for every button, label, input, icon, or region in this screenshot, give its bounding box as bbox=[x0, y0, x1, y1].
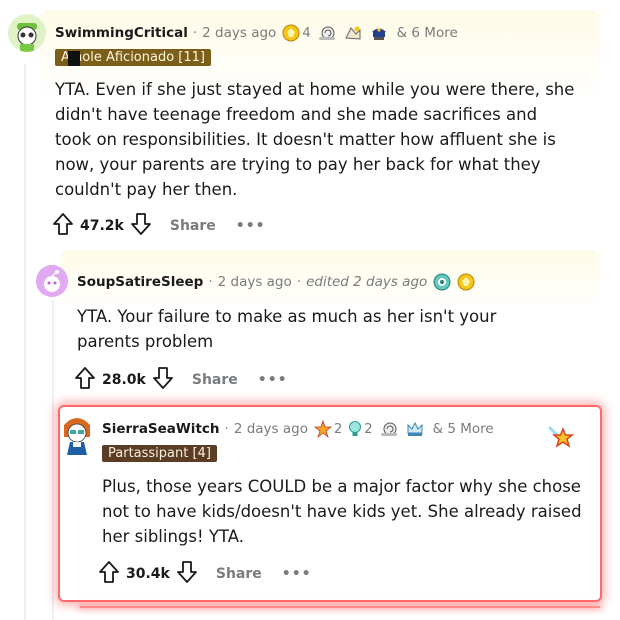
upvote-icon[interactable] bbox=[74, 366, 96, 394]
comment-actions: 30.4k Share ••• bbox=[98, 560, 312, 588]
separator: · bbox=[192, 25, 198, 41]
more-options-button[interactable]: ••• bbox=[236, 218, 266, 234]
gold-helper-award-icon[interactable]: 4 bbox=[282, 24, 311, 42]
comment-body: YTA. Your failure to make as much as her… bbox=[77, 307, 497, 351]
comment-meta: SierraSeaWitch · 2 days ago 2 2 & 5 More bbox=[102, 420, 494, 438]
award-count: 4 bbox=[302, 25, 311, 41]
award-count: 2 bbox=[364, 421, 373, 437]
edited-label: edited 2 days ago bbox=[306, 274, 428, 290]
separator: · bbox=[224, 421, 229, 437]
downvote-icon[interactable] bbox=[176, 560, 198, 588]
user-flair: Partassipant [4] bbox=[102, 445, 217, 462]
more-options-button[interactable]: ••• bbox=[282, 566, 312, 582]
thread-line[interactable] bbox=[24, 64, 26, 620]
share-button[interactable]: Share bbox=[170, 218, 216, 234]
blue-eye-award-icon[interactable] bbox=[433, 273, 451, 291]
thread-line[interactable] bbox=[52, 300, 54, 620]
timestamp[interactable]: 2 days ago bbox=[202, 25, 276, 41]
upvote-icon[interactable] bbox=[52, 212, 74, 240]
more-awards-link[interactable]: & 5 More bbox=[433, 421, 494, 437]
wholesome-snail-award-icon[interactable] bbox=[317, 24, 337, 42]
downvote-icon[interactable] bbox=[130, 212, 152, 240]
award-count: 2 bbox=[333, 421, 343, 437]
comment-body: Plus, those years COULD be a major facto… bbox=[102, 477, 582, 546]
take-my-energy-award-icon[interactable] bbox=[343, 24, 363, 42]
avatar[interactable] bbox=[36, 265, 68, 297]
crown-award-icon[interactable] bbox=[405, 420, 425, 438]
police-cap-award-icon[interactable] bbox=[369, 24, 389, 42]
comment-body: YTA. Even if she just stayed at home whi… bbox=[55, 80, 575, 199]
starstruck-award-icon[interactable]: 2 bbox=[313, 420, 343, 438]
comment-meta: SoupSatireSleep · 2 days ago · edited 2 … bbox=[77, 273, 475, 291]
censor-bar bbox=[68, 51, 80, 66]
avatar[interactable] bbox=[8, 14, 46, 52]
vote-score: 30.4k bbox=[126, 566, 170, 582]
timestamp[interactable]: 2 days ago bbox=[218, 274, 292, 290]
vote-score: 28.0k bbox=[102, 372, 146, 388]
upvote-icon[interactable] bbox=[98, 560, 120, 588]
star-award-icon[interactable] bbox=[548, 424, 575, 454]
comment-meta: SwimmingCritical · 2 days ago 4 & 6 More bbox=[55, 24, 458, 42]
username[interactable]: SoupSatireSleep bbox=[77, 274, 203, 290]
more-options-button[interactable]: ••• bbox=[258, 372, 288, 388]
username[interactable]: SierraSeaWitch bbox=[102, 421, 220, 437]
avatar[interactable] bbox=[60, 415, 94, 457]
card-bottom-edge bbox=[80, 606, 600, 608]
vote-score: 47.2k bbox=[80, 218, 124, 234]
timestamp[interactable]: 2 days ago bbox=[234, 421, 308, 437]
more-awards-link[interactable]: & 6 More bbox=[397, 25, 458, 41]
comment-actions: 47.2k Share ••• bbox=[52, 212, 266, 240]
separator: · bbox=[296, 274, 302, 290]
username[interactable]: SwimmingCritical bbox=[55, 25, 188, 41]
wholesome-snail-award-icon[interactable] bbox=[379, 420, 399, 438]
comment-actions: 28.0k Share ••• bbox=[74, 366, 288, 394]
gold-helper-award-icon[interactable] bbox=[457, 273, 475, 291]
helpful-bulb-award-icon[interactable]: 2 bbox=[348, 420, 373, 438]
separator: · bbox=[208, 274, 213, 290]
downvote-icon[interactable] bbox=[152, 366, 174, 394]
share-button[interactable]: Share bbox=[192, 372, 238, 388]
share-button[interactable]: Share bbox=[216, 566, 262, 582]
